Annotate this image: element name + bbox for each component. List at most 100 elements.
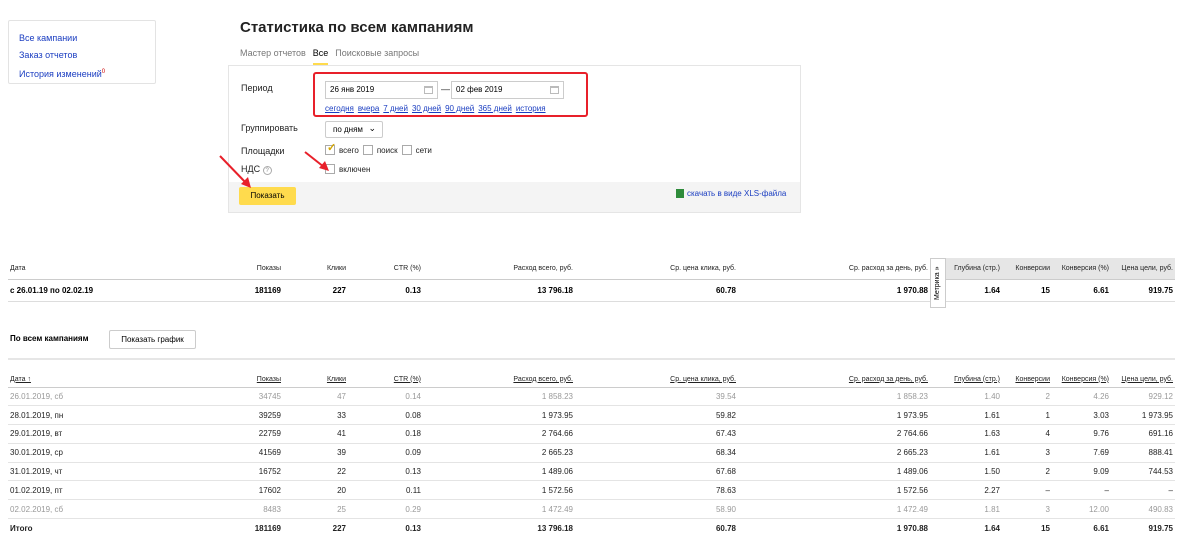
tab-report-wizard[interactable]: Мастер отчетов xyxy=(240,48,306,65)
table-cell: 41569 xyxy=(178,443,283,463)
download-xls-link[interactable]: скачать в виде XLS-файла xyxy=(676,189,786,198)
column-header-ctr[interactable]: CTR (%) xyxy=(348,358,423,388)
table-cell: 8483 xyxy=(178,499,283,520)
platform-networks-checkbox[interactable] xyxy=(401,145,412,155)
summary-cell: 181169 xyxy=(178,279,283,302)
summary-header-conversion-rate: Конверсия (%) xyxy=(1052,258,1111,280)
nav-change-history-label: История изменений xyxy=(19,69,102,79)
table-cell: 17602 xyxy=(178,480,283,501)
platform-all-label: всего xyxy=(339,145,359,155)
table-cell: 2 665.23 xyxy=(423,443,575,463)
table-cell: 33 xyxy=(283,405,348,426)
column-header-goal-cost[interactable]: Цена цели, руб. xyxy=(1111,358,1175,388)
total-cell: 15 xyxy=(1041,523,1050,533)
summary-header-ctr: CTR (%) xyxy=(348,258,423,280)
download-xls-label: скачать в виде XLS-файла xyxy=(687,189,787,198)
table-cell: 0.08 xyxy=(348,405,423,426)
table-header-row: Дата ↑ Показы Клики CTR (%) Расход всего… xyxy=(8,358,1175,388)
table-cell: 68.34 xyxy=(575,443,738,463)
table-cell: 3 xyxy=(1002,443,1052,463)
table-cell: 1.81 xyxy=(930,499,1002,520)
excel-icon xyxy=(676,189,684,198)
metrika-toggle[interactable]: Метрика » xyxy=(930,258,946,308)
table-cell: 744.53 xyxy=(1111,462,1175,482)
period-label: Период xyxy=(241,83,273,93)
table-cell: 39259 xyxy=(178,405,283,426)
table-cell: 490.83 xyxy=(1111,499,1175,520)
table-cell: 1 489.06 xyxy=(738,462,930,482)
table-cell: 01.02.2019, пт xyxy=(8,480,178,501)
column-header-conversion-rate[interactable]: Конверсия (%) xyxy=(1052,358,1111,388)
show-chart-button[interactable]: Показать график xyxy=(109,330,196,349)
tab-search-queries[interactable]: Поисковые запросы xyxy=(335,48,419,65)
table-cell: 2 xyxy=(1002,462,1052,482)
table-cell: 1 973.95 xyxy=(1111,405,1175,426)
table-cell: 1 973.95 xyxy=(423,405,575,426)
table-cell: 29.01.2019, вт xyxy=(8,424,178,444)
summary-cell: 13 796.18 xyxy=(423,279,575,302)
table-cell: 0.13 xyxy=(348,462,423,482)
column-header-depth[interactable]: Глубина (стр.) xyxy=(930,358,1002,388)
nav-all-campaigns-link[interactable]: Все кампании xyxy=(19,33,77,43)
table-cell: 39 xyxy=(283,443,348,463)
summary-header-spend: Расход всего, руб. xyxy=(423,258,575,280)
table-row: 29.01.2019, вт 22759 41 0.18 2 764.66 67.43 2 … xyxy=(8,424,1175,444)
table-cell: 1.63 xyxy=(930,424,1002,444)
table-cell: 34745 xyxy=(178,387,283,407)
table-cell: 2 665.23 xyxy=(738,443,930,463)
table-row: 26.01.2019, сб 34745 47 0.14 1 858.23 39.54 1 … xyxy=(8,387,1175,407)
column-header-conversions[interactable]: Конверсии xyxy=(1002,358,1052,388)
total-row: Итого 181169 227 0.13 13 796.18 60.78 1 970.88… xyxy=(8,519,1175,538)
campaigns-section-title: По всем кампаниям xyxy=(10,334,89,343)
table-cell: 1 858.23 xyxy=(738,387,930,407)
column-header-avg-cpc[interactable]: Ср. цена клика, руб. xyxy=(575,358,738,388)
column-header-clicks[interactable]: Клики xyxy=(283,358,348,388)
summary-cell: 919.75 xyxy=(1111,279,1175,302)
table-cell: 0.14 xyxy=(348,387,423,407)
table-cell: 1 472.49 xyxy=(423,499,575,520)
group-by-select[interactable]: по дням ⌄ xyxy=(325,121,383,138)
table-cell: 7.69 xyxy=(1052,443,1111,463)
table-cell: 31.01.2019, чт xyxy=(8,462,178,482)
summary-header-avg-cpc: Ср. цена клика, руб. xyxy=(575,258,738,280)
column-header-avg-daily[interactable]: Ср. расход за день, руб. xyxy=(738,358,930,388)
table-row: 30.01.2019, ср 41569 39 0.09 2 665.23 68.34 2 … xyxy=(8,443,1175,463)
platform-search-checkbox[interactable] xyxy=(362,145,373,155)
period-highlight-box xyxy=(313,72,588,117)
platforms-group: ✓ всего поиск сети xyxy=(325,142,432,155)
total-cell: Итого xyxy=(10,523,33,533)
table-cell: 67.43 xyxy=(575,424,738,444)
total-cell: 6.61 xyxy=(1093,523,1109,533)
table-cell: 26.01.2019, сб xyxy=(8,387,178,407)
total-cell: 227 xyxy=(332,523,346,533)
summary-header-conversions: Конверсии xyxy=(1002,258,1052,280)
summary-cell: 0.13 xyxy=(348,279,423,302)
column-header-spend[interactable]: Расход всего, руб. xyxy=(423,358,575,388)
table-cell: 929.12 xyxy=(1111,387,1175,407)
table-cell: 30.01.2019, ср xyxy=(8,443,178,463)
group-label: Группировать xyxy=(241,123,298,133)
annotation-arrow-icon xyxy=(219,155,251,188)
table-cell: 1 xyxy=(1002,405,1052,426)
table-row: 02.02.2019, сб 8483 25 0.29 1 472.49 58.90 1 4… xyxy=(8,499,1175,520)
table-cell: 59.82 xyxy=(575,405,738,426)
summary-table: Дата Показы Клики CTR (%) Расход всего, … xyxy=(8,258,1175,302)
nav-order-reports-link[interactable]: Заказ отчетов xyxy=(19,50,77,60)
table-cell: – xyxy=(1111,480,1175,501)
help-icon[interactable]: ? xyxy=(262,166,272,175)
table-cell: 0.09 xyxy=(348,443,423,463)
tab-all[interactable]: Все xyxy=(312,48,329,65)
column-header-date[interactable]: Дата ↑ xyxy=(8,358,178,388)
annotation-arrow-icon xyxy=(304,151,329,171)
total-cell: 13 796.18 xyxy=(537,523,573,533)
daily-stats-table: Дата ↑ Показы Клики CTR (%) Расход всего… xyxy=(8,358,1175,537)
group-by-value: по дням xyxy=(333,125,363,134)
summary-header-clicks: Клики xyxy=(283,258,348,280)
nav-change-history-link[interactable]: История изменений xyxy=(19,69,102,79)
column-header-impressions[interactable]: Показы xyxy=(178,358,283,388)
summary-cell: 60.78 xyxy=(575,279,738,302)
table-cell: 0.18 xyxy=(348,424,423,444)
table-cell: 2 764.66 xyxy=(738,424,930,444)
summary-header-date: Дата xyxy=(8,258,178,280)
total-cell: 60.78 xyxy=(715,523,736,533)
